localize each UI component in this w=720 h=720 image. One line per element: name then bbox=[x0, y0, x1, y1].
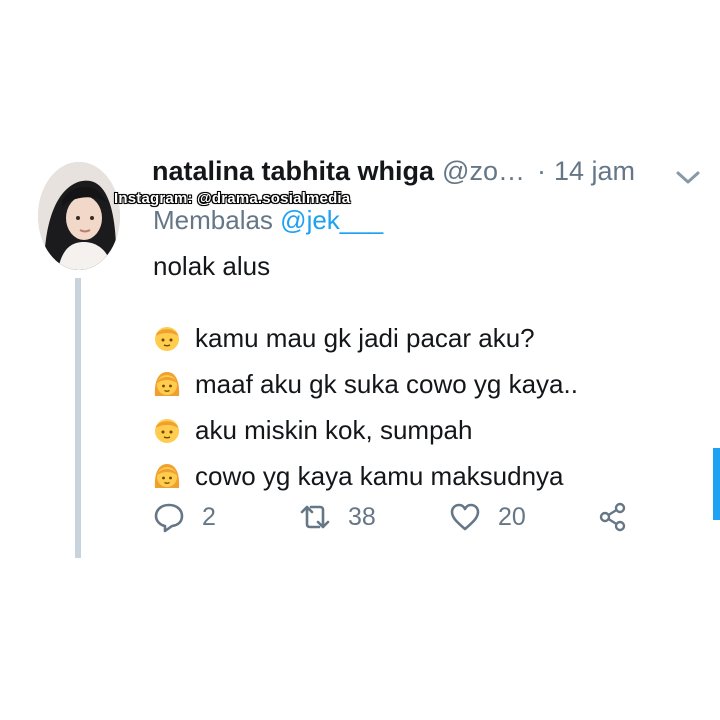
tweet-actions: 2 38 20 bbox=[152, 495, 652, 539]
share-icon bbox=[599, 502, 626, 532]
timestamp[interactable]: 14 jam bbox=[554, 156, 635, 187]
scrollbar[interactable] bbox=[713, 448, 720, 520]
tweet-first-line: nolak alus bbox=[153, 251, 271, 281]
reply-icon bbox=[154, 503, 184, 533]
reply-button[interactable]: 2 bbox=[152, 495, 216, 539]
girl-emoji-icon bbox=[154, 464, 180, 488]
avatar[interactable] bbox=[38, 162, 120, 270]
dialog-text: maaf aku gk suka cowo yg kaya.. bbox=[195, 369, 578, 399]
dialog-text: kamu mau gk jadi pacar aku? bbox=[195, 323, 535, 353]
tweet[interactable]: natalina tabhita whiga @zo… · 14 jam Ins… bbox=[0, 0, 720, 720]
tweet-text: nolak alus kamu mau gk jadi pacar aku? m… bbox=[153, 248, 693, 504]
replying-to: Membalas @jek___ bbox=[153, 205, 383, 236]
thread-line bbox=[75, 278, 81, 558]
share-button[interactable] bbox=[596, 495, 630, 539]
separator-dot: · bbox=[536, 156, 546, 186]
retweet-button[interactable]: 38 bbox=[298, 495, 376, 539]
boy-emoji-icon bbox=[155, 327, 179, 351]
like-button[interactable]: 20 bbox=[448, 495, 526, 539]
avatar-photo bbox=[38, 162, 120, 270]
dialog-line: maaf aku gk suka cowo yg kaya.. bbox=[153, 366, 693, 402]
boy-emoji-icon bbox=[155, 419, 179, 443]
dialog-line: aku miskin kok, sumpah bbox=[153, 412, 693, 448]
dialog-line: cowo yg kaya kamu maksudnya bbox=[153, 458, 693, 494]
display-name[interactable]: natalina tabhita whiga bbox=[152, 156, 434, 187]
user-handle[interactable]: @zo… bbox=[442, 156, 525, 187]
replying-prefix: Membalas bbox=[153, 205, 273, 235]
dialog-text: cowo yg kaya kamu maksudnya bbox=[195, 461, 564, 491]
replying-mention[interactable]: @jek___ bbox=[280, 205, 383, 235]
chevron-down-icon[interactable] bbox=[674, 168, 702, 188]
girl-emoji-icon bbox=[154, 372, 180, 396]
dialog-line: kamu mau gk jadi pacar aku? bbox=[153, 320, 693, 356]
retweet-icon bbox=[300, 505, 330, 529]
retweet-count: 38 bbox=[348, 502, 376, 531]
reply-count: 2 bbox=[202, 502, 216, 531]
heart-icon bbox=[450, 503, 480, 531]
dialog-text: aku miskin kok, sumpah bbox=[195, 415, 473, 445]
like-count: 20 bbox=[498, 502, 526, 531]
